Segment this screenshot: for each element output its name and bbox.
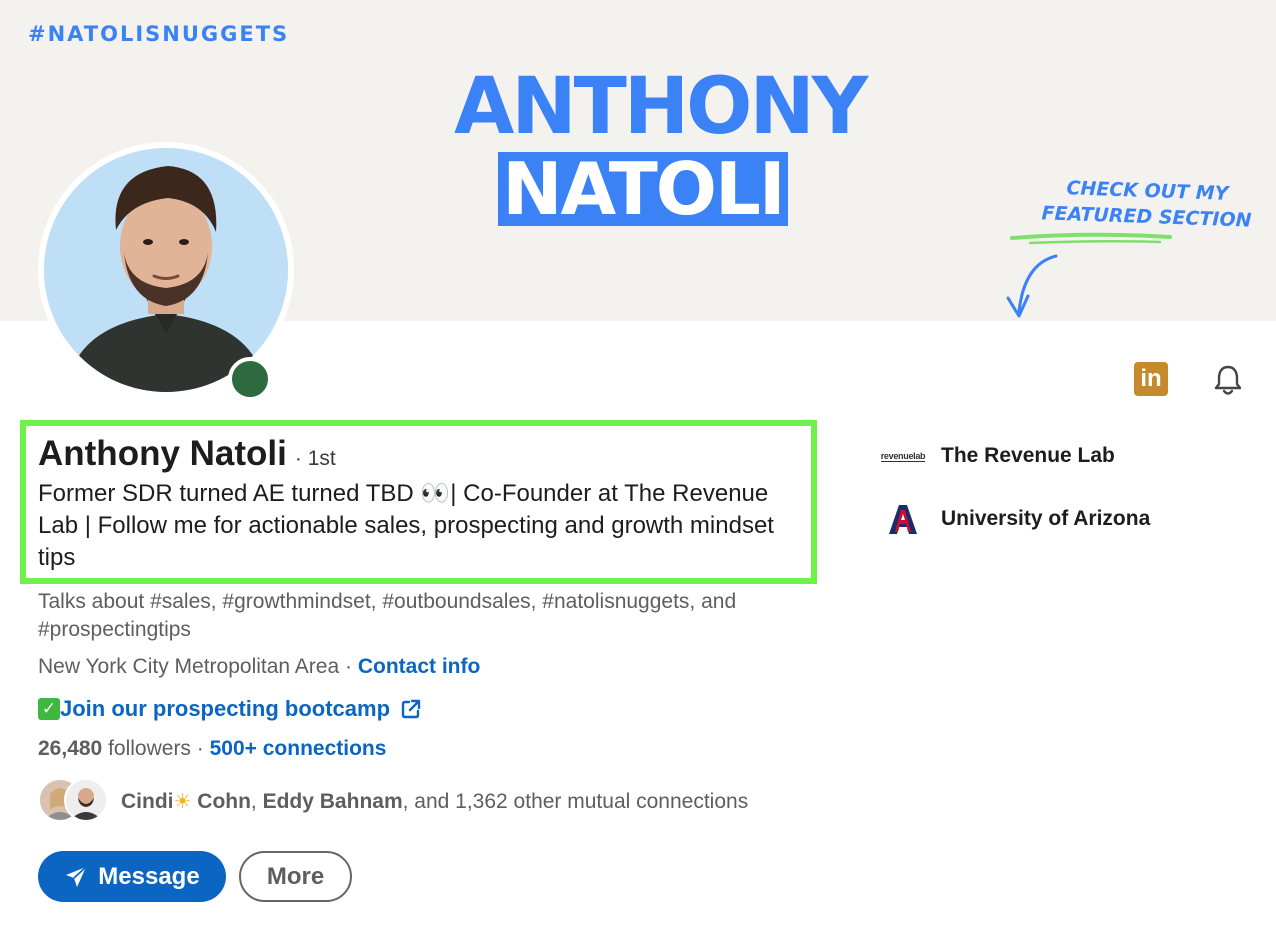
sun-icon: ☀: [173, 790, 192, 813]
checkmark-icon: ✓: [38, 698, 60, 720]
connections-link[interactable]: 500+ connections: [210, 737, 387, 760]
talks-about: Talks about #sales, #growthmindset, #out…: [38, 590, 737, 641]
message-button[interactable]: Message: [38, 851, 226, 902]
contact-info-link[interactable]: Contact info: [358, 655, 480, 678]
location-separator: ·: [339, 655, 358, 678]
mutual-connections-text: Cindi☀ Cohn, Eddy Bahnam, and 1,362 othe…: [121, 789, 748, 814]
avatar: [44, 148, 288, 392]
org-name: The Revenue Lab: [941, 444, 1115, 467]
org-name: University of Arizona: [941, 507, 1151, 530]
banner-last-name: NATOLI: [502, 147, 785, 231]
mutual-separator: ,: [250, 789, 263, 813]
banner-featured-note: CHECK OUT MY FEATURED SECTION: [1039, 174, 1255, 233]
mutual-rest: , and 1,362 other mutual connections: [402, 789, 749, 813]
person-photo-icon: [44, 148, 288, 392]
arrow-down-icon: [1006, 232, 1172, 318]
send-icon: [66, 865, 87, 887]
message-button-label: Message: [98, 862, 200, 890]
custom-link-row: ✓ Join our prospecting bootcamp: [38, 696, 422, 722]
revenue-lab-logo-text: revenuelab: [880, 450, 926, 462]
mutual-avatars: [38, 778, 110, 824]
university-logo: [880, 502, 926, 536]
revenue-lab-logo: revenuelab: [880, 439, 926, 473]
university-of-arizona-logo-icon: [889, 505, 917, 534]
bell-icon[interactable]: [1210, 362, 1246, 398]
location-row: New York City Metropolitan Area · Contac…: [38, 655, 480, 679]
person-photo-icon: [66, 780, 106, 820]
connection-degree: · 1st: [294, 447, 336, 470]
location-text: New York City Metropolitan Area: [38, 655, 340, 678]
banner-hashtag: #NATOLISNUGGETS: [28, 22, 290, 46]
followers-label: followers: [102, 737, 191, 760]
external-link-icon[interactable]: [400, 698, 422, 720]
banner-first-name: ANTHONY: [454, 62, 868, 152]
followers-count: 26,480: [38, 737, 103, 760]
avatar: [64, 778, 108, 822]
stats-row: 26,480 followers · 500+ connections: [38, 737, 386, 761]
online-status-indicator: [228, 357, 272, 401]
org-revenue-lab[interactable]: revenuelab The Revenue Lab: [880, 439, 1115, 473]
more-button-label: More: [266, 862, 325, 890]
mutual-connections[interactable]: Cindi☀ Cohn, Eddy Bahnam, and 1,362 othe…: [38, 778, 748, 824]
linkedin-premium-icon[interactable]: in: [1134, 362, 1168, 396]
stats-separator: ·: [190, 737, 210, 760]
profile-name: Anthony Natoli: [38, 434, 287, 473]
more-button[interactable]: More: [239, 851, 352, 902]
mutual-name-2: Eddy Bahnam: [262, 789, 403, 813]
mutual-name-1: Cindi: [121, 789, 174, 813]
bootcamp-link[interactable]: Join our prospecting bootcamp: [60, 696, 390, 722]
profile-headline: Former SDR turned AE turned TBD 👀| Co-Fo…: [38, 480, 774, 571]
name-row: Anthony Natoli · 1st: [38, 434, 336, 474]
org-university-of-arizona[interactable]: University of Arizona: [880, 502, 1150, 536]
mutual-name-1-last: Cohn: [191, 789, 251, 813]
